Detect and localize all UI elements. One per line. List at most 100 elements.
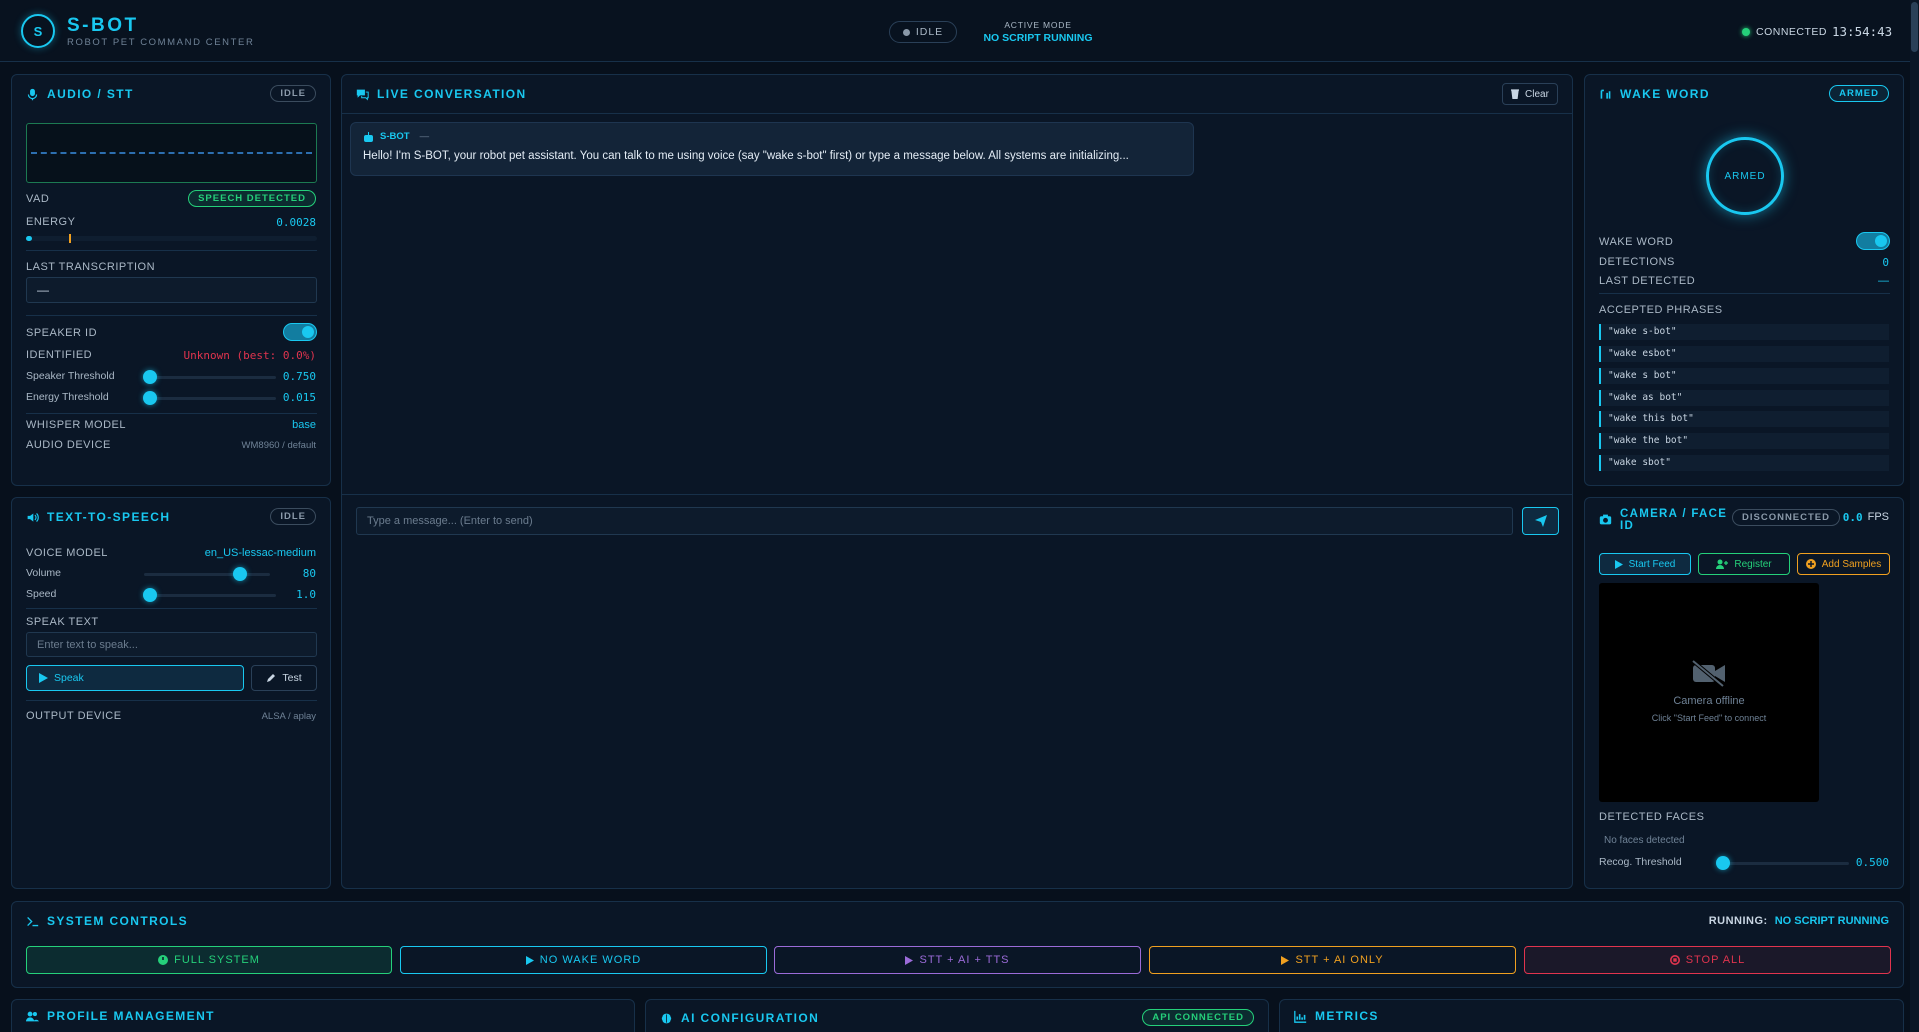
full-system-button[interactable]: FULL SYSTEM bbox=[26, 946, 392, 974]
test-button[interactable]: Test bbox=[251, 665, 317, 691]
running-label: RUNNING: bbox=[1708, 915, 1768, 927]
phrase-item: "wake as bot" bbox=[1599, 390, 1889, 406]
phrase-item: "wake the bot" bbox=[1599, 433, 1889, 449]
plus-circle-icon bbox=[1805, 559, 1816, 569]
speak-button[interactable]: Speak bbox=[26, 665, 244, 691]
phrase-item: "wake sbot" bbox=[1599, 455, 1889, 471]
page-scrollbar[interactable] bbox=[1910, 0, 1919, 1032]
connection-dot bbox=[1742, 28, 1750, 36]
camera-title: CAMERA / FACE ID bbox=[1599, 508, 1740, 532]
audio-stt-panel: AUDIO / STT IDLE VAD SPEECH DETECTED ENE… bbox=[11, 74, 331, 486]
bot-message-bubble: S-BOT — Hello! I'm S-BOT, your robot pet… bbox=[350, 122, 1194, 176]
energy-meter bbox=[26, 234, 317, 243]
energy-meter-fill bbox=[26, 236, 32, 241]
status-pill-text: IDLE bbox=[915, 26, 944, 38]
profile-management-title: PROFILE MANAGEMENT bbox=[26, 1009, 215, 1023]
power-icon bbox=[158, 955, 169, 965]
chat-icon bbox=[356, 89, 369, 101]
metrics-panel: METRICS bbox=[1279, 999, 1904, 1032]
terminal-icon bbox=[27, 916, 39, 926]
no-wake-word-button[interactable]: NO WAKE WORD bbox=[400, 946, 767, 974]
recog-threshold-slider[interactable] bbox=[1716, 856, 1849, 870]
volume-label: Volume bbox=[26, 567, 62, 579]
speaker-icon bbox=[27, 512, 39, 522]
conversation-title: LIVE CONVERSATION bbox=[356, 87, 527, 101]
camera-panel: CAMERA / FACE ID DISCONNECTED 0.0 FPS St… bbox=[1584, 497, 1904, 889]
tts-panel: TEXT-TO-SPEECH IDLE VOICE MODEL en_US-le… bbox=[11, 497, 331, 889]
tts-title: TEXT-TO-SPEECH bbox=[26, 510, 170, 524]
play-icon bbox=[1614, 559, 1623, 569]
wake-word-label: WAKE WORD bbox=[1599, 236, 1674, 248]
page-scrollbar-thumb[interactable] bbox=[1911, 2, 1918, 52]
camera-viewport: Camera offline Click "Start Feed" to con… bbox=[1599, 583, 1819, 802]
energy-threshold-label: Energy Threshold bbox=[26, 391, 109, 403]
detected-faces-label: DETECTED FACES bbox=[1599, 811, 1705, 823]
detections-value: 0 bbox=[1882, 256, 1889, 269]
add-samples-button[interactable]: Add Samples bbox=[1797, 553, 1890, 575]
status-dot bbox=[902, 28, 910, 36]
volume-value: 80 bbox=[302, 567, 316, 580]
microphone-icon bbox=[27, 88, 38, 100]
fps-unit: FPS bbox=[1867, 511, 1889, 523]
stop-all-button[interactable]: STOP ALL bbox=[1524, 946, 1891, 974]
wake-word-toggle[interactable] bbox=[1856, 232, 1890, 250]
stt-ai-tts-button[interactable]: STT + AI + TTS bbox=[774, 946, 1141, 974]
phrase-item: "wake this bot" bbox=[1599, 411, 1889, 427]
add-user-icon bbox=[1716, 559, 1729, 569]
ai-configuration-title: AI CONFIGURATION bbox=[660, 1011, 819, 1025]
phrase-item: "wake esbot" bbox=[1599, 346, 1889, 362]
wake-word-panel: WAKE WORD ARMED ARMED WAKE WORD DETECTIO… bbox=[1584, 74, 1904, 486]
speed-slider[interactable] bbox=[143, 588, 276, 602]
antenna-icon bbox=[1600, 89, 1611, 99]
speaker-threshold-value: 0.750 bbox=[282, 370, 316, 383]
speaker-threshold-slider[interactable] bbox=[143, 370, 276, 384]
speak-text-input[interactable] bbox=[26, 632, 317, 657]
volume-slider[interactable] bbox=[144, 567, 270, 581]
audio-status-badge: IDLE bbox=[270, 85, 316, 102]
speed-label: Speed bbox=[26, 588, 57, 600]
brain-icon bbox=[661, 1013, 672, 1023]
tts-status-badge: IDLE bbox=[270, 508, 316, 525]
whisper-model-value: base bbox=[292, 419, 316, 431]
play-icon bbox=[905, 955, 914, 965]
voice-model-value: en_US-lessac-medium bbox=[204, 547, 316, 559]
app-subtitle: ROBOT PET COMMAND CENTER bbox=[67, 37, 255, 48]
energy-label: ENERGY bbox=[26, 216, 76, 228]
phrase-item: "wake s-bot" bbox=[1599, 324, 1889, 340]
last-transcription-box: — bbox=[26, 277, 317, 303]
speak-text-label: SPEAK TEXT bbox=[26, 616, 99, 628]
last-detected-value: — bbox=[1878, 275, 1889, 287]
energy-threshold-slider[interactable] bbox=[143, 391, 276, 405]
camera-icon bbox=[1599, 514, 1612, 525]
speaker-id-toggle[interactable] bbox=[283, 323, 317, 341]
play-icon bbox=[1281, 955, 1290, 965]
running-status: RUNNING: NO SCRIPT RUNNING bbox=[1709, 915, 1889, 927]
logo: S bbox=[21, 14, 55, 48]
camera-off-icon bbox=[1691, 659, 1725, 687]
energy-threshold-value: 0.015 bbox=[282, 391, 316, 404]
message-time: — bbox=[419, 131, 430, 142]
active-mode-value: NO SCRIPT RUNNING bbox=[983, 32, 1093, 44]
vad-label: VAD bbox=[26, 193, 50, 205]
send-button[interactable] bbox=[1522, 507, 1559, 535]
message-text: Hello! I'm S-BOT, your robot pet assista… bbox=[363, 150, 1129, 162]
phrase-item: "wake s bot" bbox=[1599, 368, 1889, 384]
message-input[interactable] bbox=[356, 507, 1513, 535]
speed-value: 1.0 bbox=[296, 588, 316, 601]
app-title: S-BOT bbox=[67, 15, 139, 36]
register-button[interactable]: Register bbox=[1698, 553, 1790, 575]
start-feed-button[interactable]: Start Feed bbox=[1599, 553, 1691, 575]
identified-label: IDENTIFIED bbox=[26, 349, 93, 361]
status-pill: IDLE bbox=[889, 21, 957, 43]
voice-model-label: VOICE MODEL bbox=[26, 547, 108, 559]
audio-stt-title: AUDIO / STT bbox=[26, 87, 134, 101]
system-controls-panel: SYSTEM CONTROLS RUNNING: NO SCRIPT RUNNI… bbox=[11, 901, 1904, 988]
trash-icon bbox=[1511, 89, 1520, 99]
clear-button[interactable]: Clear bbox=[1502, 83, 1558, 105]
active-mode-label: ACTIVE MODE bbox=[1004, 20, 1072, 30]
recog-threshold-label: Recog. Threshold bbox=[1599, 856, 1682, 868]
accepted-phrases-label: ACCEPTED PHRASES bbox=[1599, 304, 1723, 316]
detected-faces-value: No faces detected bbox=[1604, 835, 1685, 846]
stt-ai-only-button[interactable]: STT + AI ONLY bbox=[1149, 946, 1516, 974]
audio-device-value: WM8960 / default bbox=[241, 440, 316, 451]
